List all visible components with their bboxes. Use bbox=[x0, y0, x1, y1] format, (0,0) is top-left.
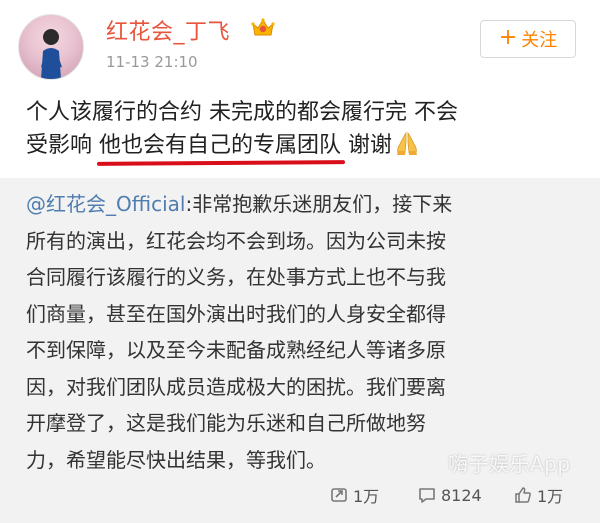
repost-count: 1万 bbox=[353, 487, 380, 506]
like-icon bbox=[515, 487, 531, 503]
repost-action[interactable]: 1万 bbox=[330, 478, 379, 512]
post-timestamp: 11-13 21:10 bbox=[106, 53, 198, 71]
post-text-line: 受影响 他也会有自己的专属团队 谢谢 bbox=[26, 129, 586, 162]
post-text-prefix: 受影响 bbox=[26, 133, 99, 158]
pray-hands-icon bbox=[397, 131, 418, 155]
post-body: 个人该履行的合约 未完成的都会履行完 不会 受影响 他也会有自己的专属团队 谢谢 bbox=[26, 96, 586, 162]
follow-label: 关注 bbox=[521, 30, 558, 51]
username[interactable]: 红花会_丁飞 bbox=[106, 14, 230, 46]
comment-icon bbox=[419, 488, 435, 503]
action-bar: 1万 8124 1万 bbox=[0, 478, 600, 518]
crown-badge-icon bbox=[251, 18, 275, 36]
mention-link[interactable]: @红花会_Official bbox=[26, 192, 185, 216]
repost-line-text: :非常抱歉乐迷朋友们，接下来 bbox=[185, 192, 453, 216]
comment-action[interactable]: 8124 bbox=[418, 478, 482, 512]
watermark: 嗨子娱乐App bbox=[448, 452, 571, 476]
comment-count: 8124 bbox=[441, 485, 482, 505]
repost-icon bbox=[331, 488, 347, 502]
repost-line: 因，对我们团队成员造成极大的困扰。我们要离 bbox=[26, 374, 446, 399]
repost-line: 开摩登了，这是我们能为乐迷和自己所做地努 bbox=[26, 411, 426, 435]
post-header: 红花会_丁飞 11-13 21:10 + 关注 bbox=[0, 0, 600, 88]
post-text-suffix: 谢谢 bbox=[341, 133, 393, 158]
avatar[interactable] bbox=[18, 14, 84, 80]
repost-line: 合同履行该履行的义务，在处事方式上也不与我 bbox=[26, 265, 446, 289]
follow-button[interactable]: + 关注 bbox=[480, 20, 576, 58]
repost-line: @红花会_Official:非常抱歉乐迷朋友们，接下来 bbox=[26, 186, 586, 223]
avatar-figure bbox=[41, 29, 62, 79]
plus-icon: + bbox=[498, 25, 518, 50]
like-action[interactable]: 1万 bbox=[514, 478, 563, 512]
post-text-line: 个人该履行的合约 未完成的都会履行完 不会 bbox=[26, 100, 458, 125]
repost-body: @红花会_Official:非常抱歉乐迷朋友们，接下来 所有的演出，红花会均不会… bbox=[26, 186, 586, 478]
repost-line: 们商量，甚至在国外演出时我们的人身安全都得 bbox=[26, 301, 446, 326]
underlined-text: 他也会有自己的专属团队 bbox=[99, 129, 341, 162]
repost-line: 不到保障，以及至今未配备成熟经纪人等诸多原 bbox=[26, 338, 446, 362]
repost-line: 所有的演出，红花会均不会到场。因为公司未按 bbox=[26, 228, 446, 253]
like-count: 1万 bbox=[537, 487, 564, 506]
